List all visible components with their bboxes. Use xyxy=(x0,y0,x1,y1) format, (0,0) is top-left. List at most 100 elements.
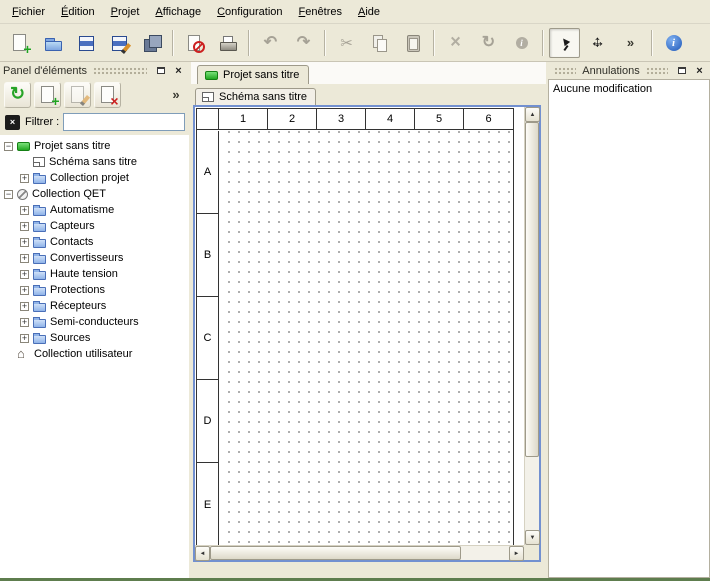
tree-expander[interactable]: + xyxy=(20,270,29,279)
horizontal-scroll-thumb[interactable] xyxy=(210,546,461,560)
visualisation-mode-icon xyxy=(588,33,608,53)
diagram-tab[interactable]: Schéma sans titre xyxy=(195,88,316,105)
tree-expander[interactable]: + xyxy=(20,206,29,215)
copy-button[interactable] xyxy=(364,28,395,58)
tree-expander[interactable]: + xyxy=(20,318,29,327)
main-toolbar: » xyxy=(0,24,710,62)
float-icon xyxy=(678,67,686,74)
new-document-button[interactable] xyxy=(4,28,35,58)
scroll-left-button[interactable]: ◄ xyxy=(195,546,210,561)
undo-button[interactable] xyxy=(255,28,286,58)
tree-expander[interactable]: − xyxy=(4,142,13,151)
undo-list[interactable]: Aucune modification xyxy=(548,79,710,578)
select-mode-button[interactable] xyxy=(549,28,580,58)
schema-icon xyxy=(33,157,45,167)
scroll-up-button[interactable]: ▲ xyxy=(525,107,540,122)
diagram-grid[interactable] xyxy=(220,131,513,545)
toolbar-overflow-button[interactable]: » xyxy=(615,28,646,58)
rotate-button[interactable] xyxy=(473,28,504,58)
menu-edition[interactable]: Édition xyxy=(53,3,103,21)
delete-element-button[interactable] xyxy=(94,82,121,108)
column-headers: 123456 xyxy=(197,109,513,130)
elements-panel-titlebar[interactable]: Panel d'éléments × xyxy=(0,62,189,79)
menu-configuration[interactable]: Configuration xyxy=(209,3,290,21)
tree-item-collection-utilisateur[interactable]: Collection utilisateur xyxy=(0,346,189,362)
open-document-button[interactable] xyxy=(37,28,68,58)
close-document-button[interactable] xyxy=(179,28,210,58)
undo-close-button[interactable]: × xyxy=(692,64,707,78)
cut-icon xyxy=(337,33,357,53)
delete-button[interactable] xyxy=(440,28,471,58)
tree-item-convertisseurs[interactable]: +Convertisseurs xyxy=(0,250,189,266)
redo-button[interactable] xyxy=(288,28,319,58)
save-button[interactable] xyxy=(70,28,101,58)
menu-affichage[interactable]: Affichage xyxy=(147,3,209,21)
undo-panel-dock: Annulations × Aucune modification xyxy=(548,62,710,578)
tree-expander[interactable]: + xyxy=(20,334,29,343)
about-qet-button[interactable] xyxy=(658,28,689,58)
visualisation-mode-button[interactable] xyxy=(582,28,613,58)
panel-overflow-button[interactable]: » xyxy=(167,82,185,108)
project-icon xyxy=(17,142,30,151)
tree-item-label: Projet sans titre xyxy=(34,140,110,152)
cut-button[interactable] xyxy=(331,28,362,58)
tree-expander[interactable]: + xyxy=(20,302,29,311)
folder-icon xyxy=(33,271,46,280)
delete-element-icon xyxy=(98,85,118,105)
clear-filter-button[interactable] xyxy=(4,114,21,131)
paste-button[interactable] xyxy=(397,28,428,58)
tree-item-label: Schéma sans titre xyxy=(49,156,137,168)
horizontal-scrollbar[interactable]: ◄ ► xyxy=(195,545,524,560)
reload-collections-button[interactable] xyxy=(4,82,31,108)
tree-item-collection-qet[interactable]: −Collection QET xyxy=(0,186,189,202)
elements-float-button[interactable] xyxy=(153,64,168,78)
horizontal-scroll-track[interactable] xyxy=(210,546,509,560)
menu-fenetres[interactable]: Fenêtres xyxy=(291,3,350,21)
vertical-scrollbar[interactable]: ▲ ▼ xyxy=(524,107,539,545)
elements-panel-grip[interactable] xyxy=(93,67,147,75)
undo-panel-titlebar[interactable]: Annulations × xyxy=(548,62,710,79)
tree-expander[interactable]: + xyxy=(20,222,29,231)
tree-item-automatisme[interactable]: +Automatisme xyxy=(0,202,189,218)
filter-input[interactable] xyxy=(63,113,185,131)
folder-icon xyxy=(33,175,46,184)
menu-projet[interactable]: Projet xyxy=(103,3,148,21)
row-header-b: B xyxy=(197,214,218,297)
menu-aide[interactable]: Aide xyxy=(350,3,388,21)
tree-expander[interactable]: + xyxy=(20,286,29,295)
new-element-button[interactable] xyxy=(34,82,61,108)
undo-panel-grip[interactable] xyxy=(554,67,576,75)
tree-item-schema-sans-titre[interactable]: Schéma sans titre xyxy=(0,154,189,170)
tree-expander[interactable]: + xyxy=(20,254,29,263)
tree-item-collection-projet[interactable]: +Collection projet xyxy=(0,170,189,186)
tree-item-protections[interactable]: +Protections xyxy=(0,282,189,298)
diagram-view[interactable]: 123456 ABCDE ▲ ▼ ◄ xyxy=(193,105,541,562)
tree-item-semi-conducteurs[interactable]: +Semi-conducteurs xyxy=(0,314,189,330)
tree-item-haute-tension[interactable]: +Haute tension xyxy=(0,266,189,282)
edit-element-button[interactable] xyxy=(64,82,91,108)
tree-item-contacts[interactable]: + Contacts xyxy=(0,234,189,250)
elements-close-button[interactable]: × xyxy=(171,64,186,78)
tree-item-capteurs[interactable]: +Capteurs xyxy=(0,218,189,234)
project-tab[interactable]: Projet sans titre xyxy=(197,65,309,84)
tree-expander[interactable]: − xyxy=(4,190,13,199)
tree-item-sources[interactable]: +Sources xyxy=(0,330,189,346)
tree-item-projet-sans-titre[interactable]: − Projet sans titre xyxy=(0,138,189,154)
vertical-scroll-track[interactable] xyxy=(525,122,539,530)
tree-item-label: Contacts xyxy=(50,236,93,248)
undo-float-button[interactable] xyxy=(674,64,689,78)
element-info-button[interactable] xyxy=(506,28,537,58)
tree-expander[interactable]: + xyxy=(20,238,29,247)
vertical-scroll-thumb[interactable] xyxy=(525,122,539,457)
menu-fichier[interactable]: Fichier xyxy=(4,3,53,21)
tree-expander[interactable]: + xyxy=(20,174,29,183)
column-header-3: 3 xyxy=(317,109,366,129)
tree-item-recepteurs[interactable]: +Récepteurs xyxy=(0,298,189,314)
save-as-button[interactable] xyxy=(103,28,134,58)
elements-toolbar: » xyxy=(0,79,189,111)
scroll-right-button[interactable]: ► xyxy=(509,546,524,561)
undo-panel-grip-right[interactable] xyxy=(646,67,668,75)
print-button[interactable] xyxy=(212,28,243,58)
save-all-button[interactable] xyxy=(136,28,167,58)
scroll-down-button[interactable]: ▼ xyxy=(525,530,540,545)
